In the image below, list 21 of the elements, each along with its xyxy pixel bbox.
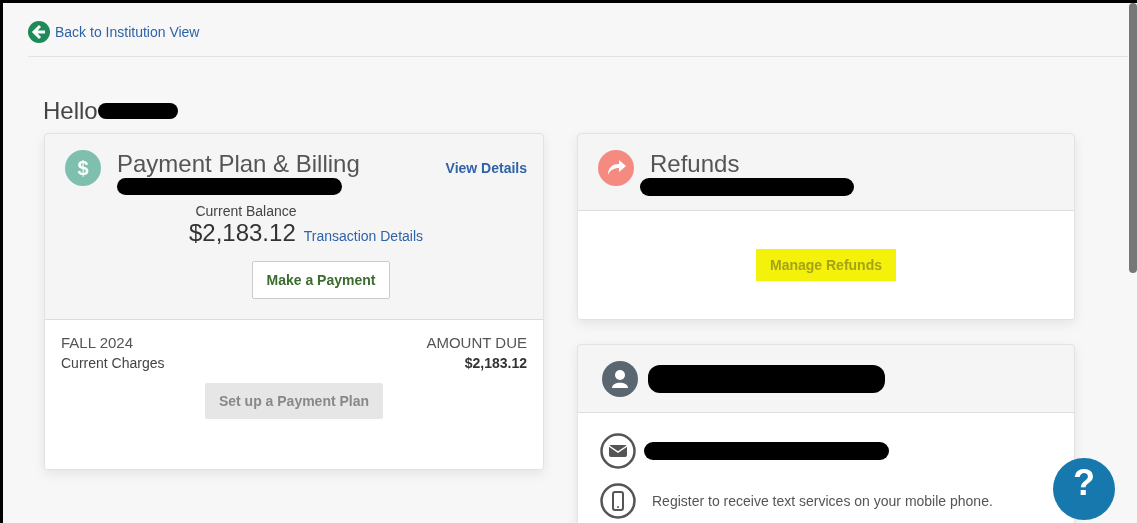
person-icon (602, 361, 638, 397)
card-title: Refunds (650, 150, 741, 178)
back-arrow-icon (28, 21, 50, 43)
scrollbar[interactable] (1129, 3, 1137, 273)
view-details-link[interactable]: View Details (445, 160, 527, 176)
greeting-text: Hello (43, 97, 98, 125)
back-link[interactable]: Back to Institution View (28, 21, 200, 43)
sms-register-text: Register to receive text services on your mobile phone. (652, 493, 993, 509)
amount-due-label: AMOUNT DUE (426, 334, 527, 351)
balance-amount: $2,183.12 (188, 219, 296, 247)
card-title: Payment Plan & Billing (117, 150, 361, 178)
dollar-icon: $ (65, 150, 101, 186)
term-label: FALL 2024 (61, 334, 134, 351)
envelope-icon (600, 433, 636, 469)
charges-label: Current Charges (61, 355, 165, 371)
make-payment-button[interactable]: Make a Payment (251, 261, 391, 299)
amount-due-value: $2,183.12 (464, 355, 527, 371)
help-button[interactable]: ? (1053, 458, 1115, 520)
phone-icon (600, 483, 636, 519)
transaction-details-link[interactable]: Transaction Details (303, 228, 424, 244)
balance-label: Current Balance (195, 203, 297, 219)
